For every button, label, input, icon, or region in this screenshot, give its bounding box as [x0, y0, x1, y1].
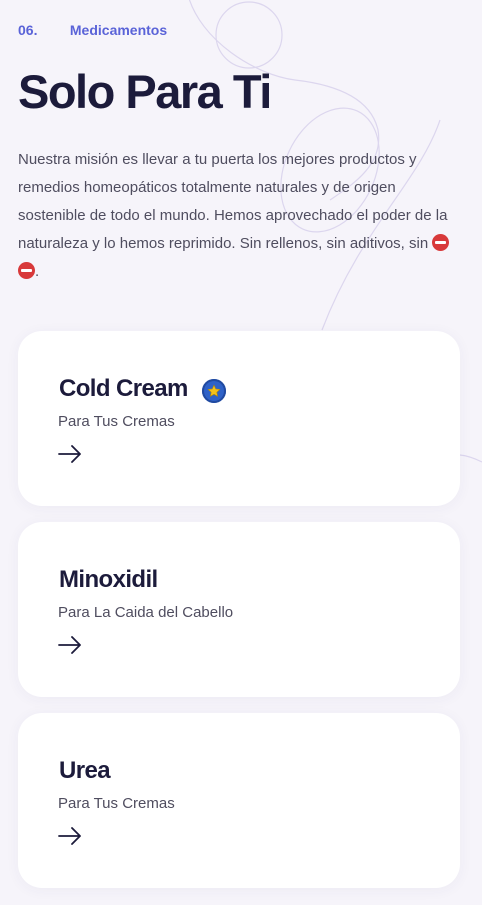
- card-subtitle: Para La Caida del Cabello: [58, 604, 234, 621]
- no-entry-emoji-icon: [432, 234, 450, 251]
- section-label: Medicamentos: [69, 22, 168, 38]
- arrow-right-icon[interactable]: [58, 636, 82, 654]
- card-title: Minoxidil: [59, 566, 158, 593]
- card-subtitle: Para Tus Cremas: [58, 413, 175, 430]
- product-card-cold-cream[interactable]: Cold Cream Para Tus Cremas: [18, 331, 460, 506]
- card-title: Urea: [59, 757, 111, 784]
- no-entry-emoji-icon: [18, 262, 35, 279]
- card-title: Cold Cream: [59, 375, 188, 402]
- description-text: Nuestra misión es llevar a tu puerta los…: [18, 151, 448, 252]
- arrow-right-icon[interactable]: [58, 827, 82, 845]
- section-number: 06.: [18, 22, 38, 38]
- page-title: Solo Para Ti: [18, 65, 272, 118]
- section-eyebrow: 06. Medicamentos: [18, 22, 167, 38]
- card-subtitle: Para Tus Cremas: [58, 795, 175, 812]
- product-card-minoxidil[interactable]: Minoxidil Para La Caida del Cabello: [18, 522, 460, 697]
- product-card-urea[interactable]: Urea Para Tus Cremas: [18, 713, 460, 888]
- description: Nuestra misión es llevar a tu puerta los…: [18, 146, 458, 286]
- description-end: .: [35, 263, 40, 280]
- star-badge-icon: [202, 379, 226, 403]
- arrow-right-icon[interactable]: [58, 445, 82, 463]
